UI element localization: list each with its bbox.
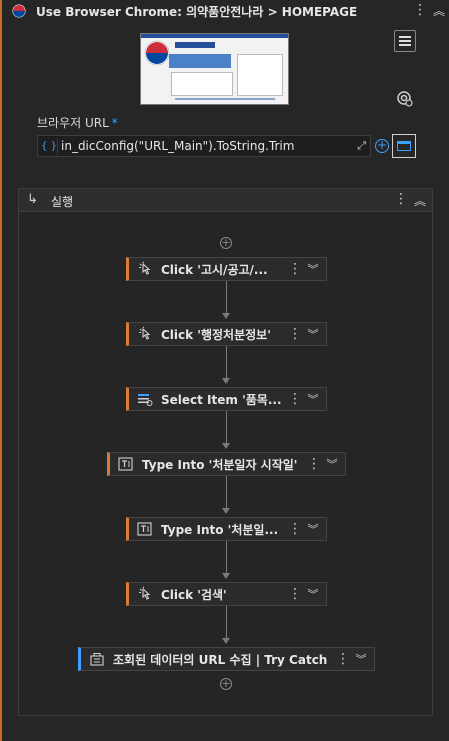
header-more-options-icon[interactable]: ⋮ <box>413 2 427 18</box>
thumbnail-side-panel <box>237 54 283 96</box>
activity-expand-icon[interactable]: ︾ <box>306 521 320 537</box>
arrowhead-6 <box>222 638 230 644</box>
use-browser-header[interactable]: Use Browser Chrome: 의약품안전나라 > HOMEPAGE ⋮… <box>6 0 449 22</box>
thumbnail-title-block <box>175 42 215 48</box>
connector-5 <box>226 541 227 575</box>
click-icon <box>139 261 151 275</box>
activity-click-notice[interactable]: Click '고시/공고/... ⋮ ︾ <box>126 257 327 281</box>
connector-3 <box>226 411 227 445</box>
left-accent-bar <box>0 0 2 741</box>
activity-type-into-end-date[interactable]: Type Into '처분일... ⋮ ︾ <box>126 517 327 541</box>
activity-select-item[interactable]: Select Item '품목... ⋮ ︾ <box>126 387 327 411</box>
activity-more-options-icon[interactable]: ⋮ <box>288 326 302 342</box>
activity-label: Type Into '처분일... <box>161 522 279 537</box>
browser-url-value: in_dicConfig("URL_Main").ToString.Trim <box>61 139 295 153</box>
add-activity-bottom-icon[interactable]: + <box>220 678 232 690</box>
activity-label: Click '검색' <box>161 587 227 602</box>
activity-more-options-icon[interactable]: ⋮ <box>288 521 302 537</box>
activity-expand-icon[interactable]: ︾ <box>354 651 368 667</box>
required-asterisk: * <box>111 116 118 130</box>
type-into-icon <box>118 457 133 471</box>
thumbnail-emblem-icon <box>144 40 170 66</box>
activity-expand-icon[interactable]: ︾ <box>306 261 320 277</box>
activity-more-options-icon[interactable]: ⋮ <box>288 391 302 407</box>
activity-more-options-icon[interactable]: ⋮ <box>288 586 302 602</box>
connector-2 <box>226 346 227 380</box>
expression-braces-icon[interactable]: { } <box>41 139 58 155</box>
add-variable-icon[interactable]: + <box>375 139 389 153</box>
connector-1 <box>226 281 227 315</box>
arrowhead-4 <box>222 508 230 514</box>
arrowhead-3 <box>222 443 230 449</box>
arrowhead-1 <box>222 313 230 319</box>
arrowhead-2 <box>222 378 230 384</box>
sequence-arrow-icon: ↳ <box>27 192 38 207</box>
header-collapse-icon[interactable]: ︽ <box>433 2 445 19</box>
activity-expand-icon[interactable]: ︾ <box>306 326 320 342</box>
activity-click-search[interactable]: Click '검색' ⋮ ︾ <box>126 582 327 606</box>
arrowhead-5 <box>222 573 230 579</box>
activity-expand-icon[interactable]: ︾ <box>306 586 320 602</box>
activity-label: Type Into '처분일자 시작일' <box>142 457 298 472</box>
click-icon <box>139 326 151 340</box>
activity-type-into-start-date[interactable]: Type Into '처분일자 시작일' ⋮ ︾ <box>107 452 346 476</box>
browser-url-input[interactable]: { } in_dicConfig("URL_Main").ToString.Tr… <box>37 135 371 157</box>
activity-more-options-icon[interactable]: ⋮ <box>307 456 321 472</box>
browser-url-label-text: 브라우저 URL <box>37 116 109 130</box>
activity-label: Select Item '품목... <box>161 392 282 407</box>
activity-label: Click '고시/공고/... <box>161 262 268 277</box>
activity-try-catch-collect-url[interactable]: 조회된 데이터의 URL 수집 | Try Catch ⋮ ︾ <box>78 647 375 671</box>
click-icon <box>139 586 151 600</box>
target-settings-icon[interactable] <box>396 90 414 108</box>
korea-emblem-icon <box>12 4 26 18</box>
page-screenshot-thumbnail[interactable] <box>140 33 289 105</box>
sequence-collapse-icon[interactable]: ︽ <box>414 192 426 209</box>
activity-expand-icon[interactable]: ︾ <box>325 456 339 472</box>
try-catch-icon <box>90 652 104 666</box>
sequence-header[interactable]: ↳ 실행 ⋮ ︽ <box>19 189 432 212</box>
sequence-container: ↳ 실행 ⋮ ︽ + Click '고시/공고/... ⋮ ︾ Click '행… <box>18 188 433 716</box>
browser-window-icon[interactable] <box>392 134 416 158</box>
add-activity-top-icon[interactable]: + <box>220 237 232 249</box>
activity-expand-icon[interactable]: ︾ <box>306 391 320 407</box>
sequence-more-options-icon[interactable]: ⋮ <box>394 191 408 207</box>
thumbnail-topbar <box>141 34 288 38</box>
select-item-icon <box>138 394 153 406</box>
sequence-title: 실행 <box>51 195 74 209</box>
activity-more-options-icon[interactable]: ⋮ <box>336 651 350 667</box>
browser-url-label: 브라우저 URL * <box>37 114 118 131</box>
activity-click-admin-disposition[interactable]: Click '행정처분정보' ⋮ ︾ <box>126 322 327 346</box>
hamburger-menu-icon[interactable] <box>394 30 416 52</box>
expand-editor-icon[interactable]: ⤢ <box>357 139 366 153</box>
activity-label: Click '행정처분정보' <box>161 327 271 342</box>
connector-4 <box>226 476 227 510</box>
thumbnail-banner <box>169 54 231 68</box>
type-into-icon <box>137 522 152 536</box>
activity-more-options-icon[interactable]: ⋮ <box>288 261 302 277</box>
activity-label: 조회된 데이터의 URL 수집 | Try Catch <box>113 652 328 667</box>
connector-6 <box>226 606 227 640</box>
thumbnail-panel <box>171 72 233 96</box>
activity-title: Use Browser Chrome: 의약품안전나라 > HOMEPAGE <box>36 4 358 19</box>
thumbnail-menu-line <box>175 98 275 100</box>
